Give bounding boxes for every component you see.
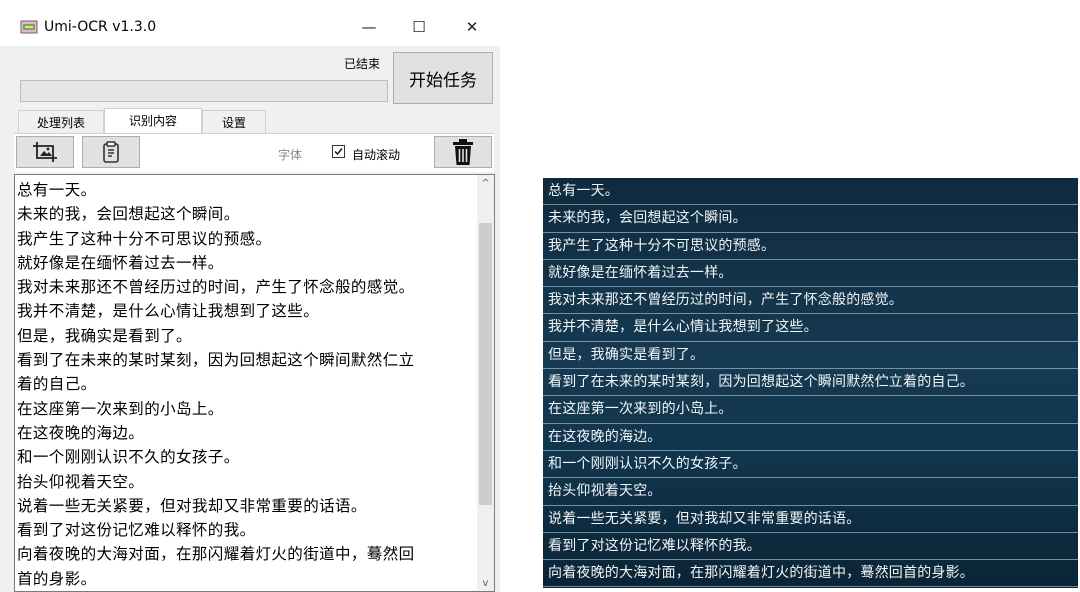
result-line: 抬头仰视着天空。	[17, 472, 145, 491]
window-title: Umi-OCR v1.3.0	[44, 19, 157, 35]
progress-bar	[20, 80, 388, 102]
subtitle-line: 我产生了这种十分不可思议的预感。	[543, 233, 1078, 260]
subtitle-line: 看到了对这份记忆难以释怀的我。	[543, 533, 1078, 561]
scroll-thumb[interactable]	[479, 223, 492, 505]
subtitle-line: 看到了在未来的某时某刻，因为回想起这个瞬间默然伫立着的自己。	[543, 369, 1078, 397]
subtitle-line: 在这座第一次来到的小岛上。	[543, 396, 1078, 424]
umi-ocr-window: Umi-OCR v1.3.0 — ☐ ✕ 已结束 开始任务 处理列表 识别内容 …	[0, 0, 500, 592]
subtitle-line: 和一个刚刚认识不久的女孩子。	[543, 451, 1078, 479]
tab-recognition-content[interactable]: 识别内容	[104, 108, 202, 135]
clipboard-button[interactable]	[82, 136, 140, 168]
status-label: 已结束	[344, 57, 381, 71]
minimize-button[interactable]: —	[357, 16, 381, 38]
maximize-button[interactable]: ☐	[407, 16, 431, 38]
result-line: 我产生了这种十分不可思议的预感。	[17, 229, 272, 248]
trash-icon	[453, 139, 473, 165]
result-line: 在这夜晚的海边。	[17, 423, 145, 442]
subtitle-line: 总有一天。	[543, 178, 1078, 206]
subtitle-line: 向着夜晚的大海对面，在那闪耀着灯火的街道中，蓦然回首的身影。	[543, 560, 1078, 588]
subtitle-line: 我并不清楚，是什么心情让我想到了这些。	[543, 314, 1078, 342]
result-line: 看到了对这份记忆难以释怀的我。	[17, 521, 256, 540]
result-line: 但是，我确实是看到了。	[17, 326, 192, 345]
result-line: 总有一天。	[17, 181, 97, 199]
result-line: 就好像是在缅怀着过去一样。	[17, 253, 224, 272]
subtitle-line: 说着一些无关紧要，但对我却又非常重要的话语。	[543, 506, 1078, 533]
auto-scroll-checkbox[interactable]	[332, 145, 345, 158]
subtitle-line: 在这夜晚的海边。	[543, 424, 1078, 451]
subtitle-line: 就好像是在缅怀着过去一样。	[543, 260, 1078, 288]
auto-scroll-label[interactable]: 自动滚动	[352, 146, 400, 163]
result-line: 向着夜晚的大海对面，在那闪耀着灯火的街道中，蓦然回	[17, 545, 415, 564]
title-bar: Umi-OCR v1.3.0 — ☐ ✕	[0, 0, 500, 46]
clipboard-icon	[103, 141, 119, 163]
scroll-down-arrow-icon[interactable]: v	[477, 579, 494, 591]
result-line: 和一个刚刚认识不久的女孩子。	[17, 448, 240, 467]
result-text: 总有一天。未来的我，会回想起这个瞬间。我产生了这种十分不可思议的预感。 就好像是在…	[17, 178, 475, 591]
screenshot-icon	[33, 142, 57, 162]
font-button[interactable]: 字体	[278, 146, 302, 163]
tab-process-list[interactable]: 处理列表	[18, 110, 104, 134]
subtitle-line: 我对未来那还不曾经历过的时间，产生了怀念般的感觉。	[543, 287, 1078, 315]
result-line: 说着一些无关紧要，但对我却又非常重要的话语。	[17, 496, 367, 515]
subtitle-line: 抬头仰视着天空。	[543, 478, 1078, 506]
close-button[interactable]: ✕	[460, 16, 484, 38]
result-line: 首的身影。	[17, 569, 97, 588]
result-line: 看到了在未来的某时某刻，因为回想起这个瞬间默然仁立	[17, 351, 415, 370]
subtitle-line: 但是，我确实是看到了。	[543, 342, 1078, 370]
vertical-scrollbar[interactable]: ^ v	[477, 175, 494, 591]
checkmark-icon	[334, 148, 343, 156]
scroll-up-arrow-icon[interactable]: ^	[477, 177, 494, 191]
result-line: 我并不清楚，是什么心情让我想到了这些。	[17, 302, 320, 321]
recognition-result-textarea[interactable]: 总有一天。未来的我，会回想起这个瞬间。我产生了这种十分不可思议的预感。 就好像是在…	[14, 174, 495, 592]
tab-settings[interactable]: 设置	[202, 110, 266, 134]
content-toolbar	[14, 134, 494, 172]
result-line: 我对未来那还不曾经历过的时间，产生了怀念般的感觉。	[17, 278, 415, 297]
app-icon	[20, 20, 38, 34]
screenshot-button[interactable]	[16, 136, 74, 168]
result-line: 在这座第一次来到的小岛上。	[17, 399, 224, 418]
subtitle-line: 未来的我，会回想起这个瞬间。	[543, 205, 1078, 233]
result-line: 未来的我，会回想起这个瞬间。	[17, 205, 240, 224]
result-line: 着的自己。	[17, 375, 97, 394]
clear-button[interactable]	[434, 136, 492, 168]
start-task-button[interactable]: 开始任务	[393, 52, 493, 104]
game-subtitle-image: 总有一天。 未来的我，会回想起这个瞬间。 我产生了这种十分不可思议的预感。 就好像是在…	[543, 178, 1078, 588]
